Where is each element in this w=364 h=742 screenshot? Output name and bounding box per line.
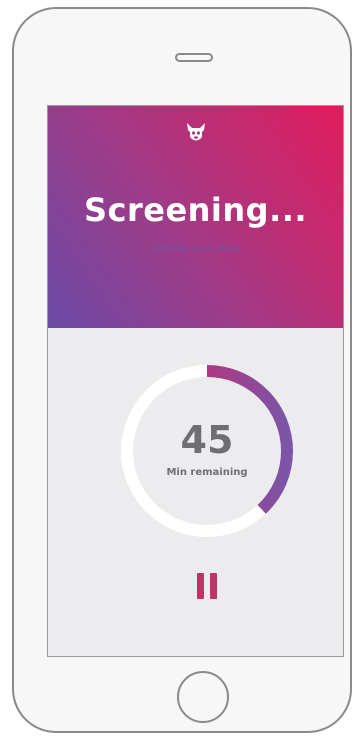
dog-head-icon [187,123,205,141]
minutes-remaining-value: 45 [180,418,234,462]
minutes-remaining-label: Min remaining [166,467,248,478]
countdown-timer: 45 Min remaining [118,362,296,540]
page-title: Screening... [83,191,308,229]
speaker-slot [175,53,213,62]
pause-icon [210,573,217,599]
home-button[interactable] [177,671,229,723]
phone-frame: Screening... Getting your data 45 Min re… [12,7,352,733]
page-subtitle: Getting your data [151,244,240,254]
pause-icon [197,573,204,599]
header-banner: Screening... Getting your data [48,106,343,328]
pause-button[interactable] [195,573,221,601]
app-screen: Screening... Getting your data 45 Min re… [47,105,344,657]
